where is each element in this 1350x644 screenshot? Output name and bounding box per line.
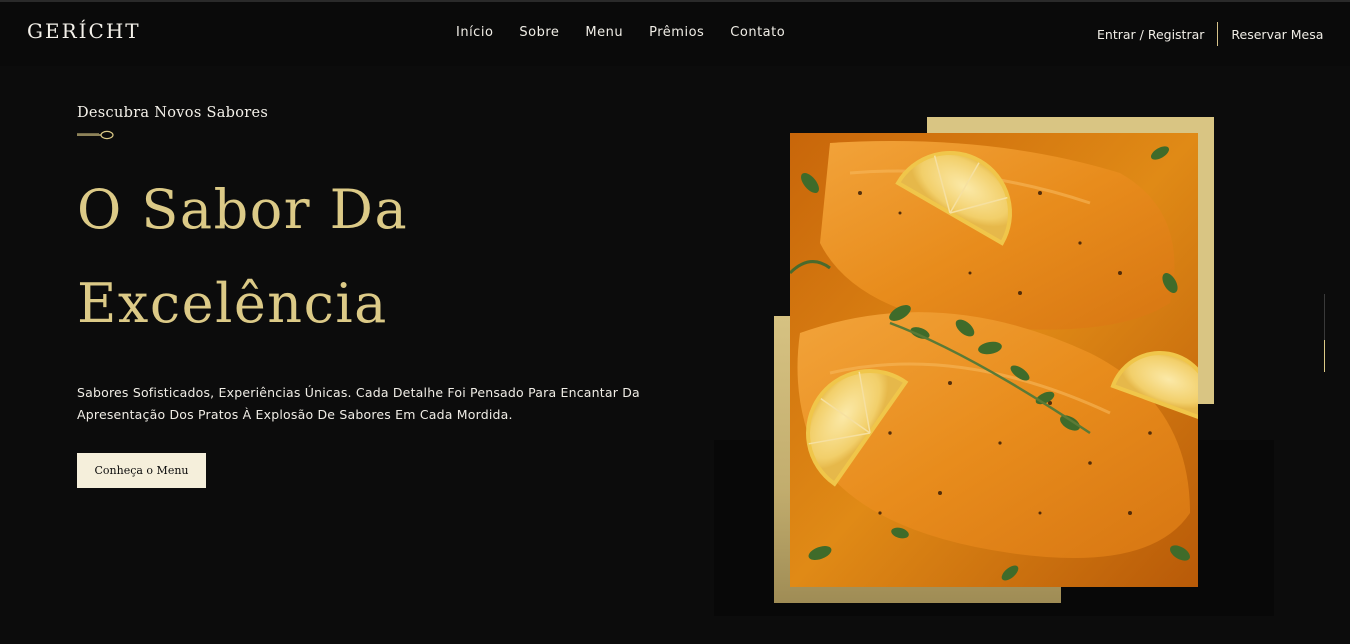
reserve-table-link[interactable]: Reservar Mesa bbox=[1231, 27, 1323, 42]
nav-links: Início Sobre Menu Prêmios Contato bbox=[456, 25, 785, 40]
page: GERÍCHT Início Sobre Menu Prêmios Contat… bbox=[0, 0, 1350, 644]
nav-link-contato[interactable]: Contato bbox=[730, 25, 785, 40]
hero-headline-line1: O Sabor Da bbox=[77, 178, 409, 241]
view-menu-button[interactable]: Conheça o Menu bbox=[77, 453, 206, 488]
hero-description: Sabores Sofisticados, Experiências Única… bbox=[77, 385, 640, 422]
hero-headline-line2: Excelência bbox=[77, 272, 388, 335]
navbar: GERÍCHT Início Sobre Menu Prêmios Contat… bbox=[0, 2, 1350, 66]
spoon-icon bbox=[77, 130, 114, 140]
hero-headline: O Sabor Da Excelência bbox=[77, 163, 637, 351]
nav-link-inicio[interactable]: Início bbox=[456, 25, 493, 40]
nav-divider bbox=[1217, 22, 1219, 46]
hero-food-image bbox=[790, 133, 1198, 587]
slider-indicator-active bbox=[1324, 340, 1325, 372]
hero-subtitle: Descubra Novos Sabores bbox=[77, 105, 269, 121]
logo[interactable]: GERÍCHT bbox=[27, 19, 141, 43]
nav-right: Entrar / Registrar Reservar Mesa bbox=[1097, 22, 1323, 46]
salmon-dish-illustration bbox=[790, 133, 1198, 587]
nav-link-premios[interactable]: Prêmios bbox=[649, 25, 704, 40]
nav-link-sobre[interactable]: Sobre bbox=[519, 25, 559, 40]
login-link[interactable]: Entrar / Registrar bbox=[1097, 27, 1204, 42]
nav-link-menu[interactable]: Menu bbox=[585, 25, 623, 40]
